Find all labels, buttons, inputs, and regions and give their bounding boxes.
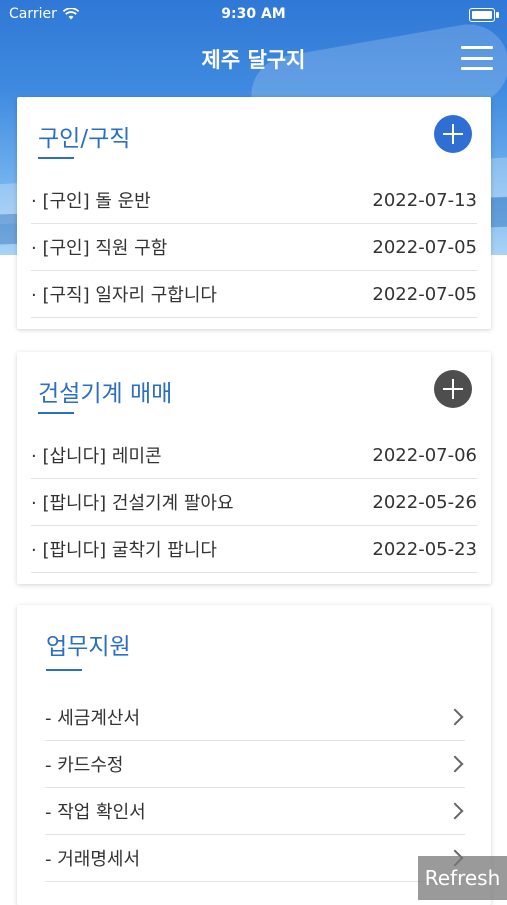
equipment-card-header: 건설기계 매매	[17, 352, 491, 428]
item-title: - 거래명세서	[45, 849, 141, 870]
add-job-button[interactable]	[434, 115, 472, 153]
item-date: 2022-05-23	[372, 538, 477, 560]
equipment-list: · [삽니다] 레미콘 2022-07-06 · [팝니다] 건설기계 팔아요 …	[31, 432, 477, 573]
support-list: - 세금계산서 - 카드수정 - 작업 확인서 - 거래명세서	[45, 694, 465, 882]
item-date: 2022-05-26	[372, 491, 477, 513]
menu-item-transaction-statement[interactable]: - 거래명세서	[45, 835, 465, 882]
item-title: · [구인] 직원 구함	[31, 238, 168, 259]
equipment-card-title: 건설기계 매매	[38, 381, 173, 407]
jobs-card-title: 구인/구직	[38, 126, 131, 152]
item-title: · [구직] 일자리 구합니다	[31, 285, 217, 306]
page-title: 제주 달구지	[201, 48, 306, 72]
refresh-button[interactable]: Refresh	[418, 856, 507, 900]
list-item[interactable]: · [구직] 일자리 구합니다 2022-07-05	[31, 271, 477, 318]
chevron-right-icon	[446, 708, 464, 726]
list-item[interactable]: · [구인] 직원 구함 2022-07-05	[31, 224, 477, 271]
add-equipment-button[interactable]	[434, 370, 472, 408]
title-underline	[38, 412, 74, 414]
status-bar: Carrier 9:30 AM	[0, 0, 507, 30]
chevron-right-icon	[446, 755, 464, 773]
item-date: 2022-07-06	[372, 444, 477, 466]
item-title: - 작업 확인서	[45, 802, 146, 823]
title-underline	[46, 669, 82, 671]
list-item[interactable]: · [팝니다] 건설기계 팔아요 2022-05-26	[31, 479, 477, 526]
support-card-title: 업무지원	[46, 634, 131, 660]
chevron-right-icon	[446, 802, 464, 820]
menu-item-work-confirmation[interactable]: - 작업 확인서	[45, 788, 465, 835]
item-title: · [구인] 돌 운반	[31, 191, 151, 212]
status-time: 9:30 AM	[221, 6, 286, 22]
item-title: · [팝니다] 건설기계 팔아요	[31, 493, 234, 514]
jobs-card: 구인/구직 · [구인] 돌 운반 2022-07-13 · [구인] 직원 구…	[17, 97, 491, 329]
item-title: - 카드수정	[45, 755, 124, 776]
menu-item-tax-invoice[interactable]: - 세금계산서	[45, 694, 465, 741]
jobs-card-header: 구인/구직	[17, 97, 491, 173]
item-date: 2022-07-13	[372, 189, 477, 211]
jobs-list: · [구인] 돌 운반 2022-07-13 · [구인] 직원 구함 2022…	[31, 177, 477, 318]
item-title: · [삽니다] 레미콘	[31, 446, 162, 467]
list-item[interactable]: · [팝니다] 굴착기 팝니다 2022-05-23	[31, 526, 477, 573]
equipment-card: 건설기계 매매 · [삽니다] 레미콘 2022-07-06 · [팝니다] 건…	[17, 352, 491, 584]
item-date: 2022-07-05	[372, 236, 477, 258]
battery-icon	[469, 8, 499, 22]
item-title: · [팝니다] 굴착기 팝니다	[31, 540, 217, 561]
menu-item-card-edit[interactable]: - 카드수정	[45, 741, 465, 788]
list-item[interactable]: · [구인] 돌 운반 2022-07-13	[31, 177, 477, 224]
title-underline	[38, 157, 74, 159]
item-date: 2022-07-05	[372, 283, 477, 305]
list-item[interactable]: · [삽니다] 레미콘 2022-07-06	[31, 432, 477, 479]
support-card-header: 업무지원	[17, 605, 491, 681]
hamburger-menu-icon[interactable]	[461, 46, 493, 70]
item-title: - 세금계산서	[45, 708, 141, 729]
